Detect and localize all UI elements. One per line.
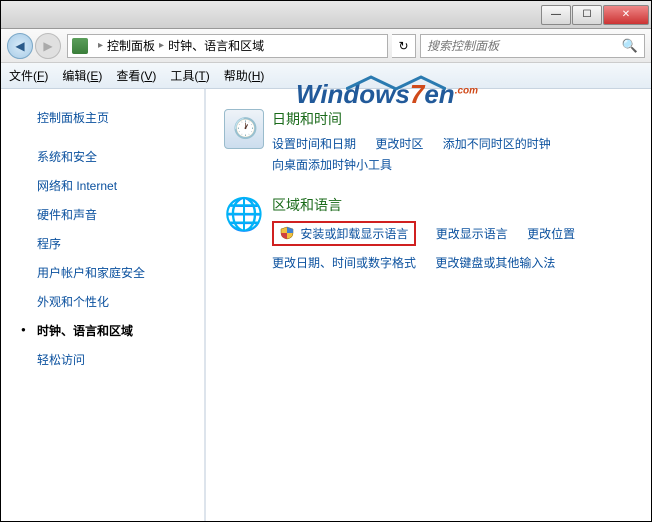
maximize-button[interactable]: ☐ xyxy=(572,5,602,25)
link-row: 更改日期、时间或数字格式 更改键盘或其他输入法 xyxy=(272,254,575,271)
back-arrow-icon: ◀ xyxy=(15,39,24,53)
search-bar[interactable]: 🔍 xyxy=(420,34,645,58)
menu-edit[interactable]: 编辑(E) xyxy=(62,67,102,84)
menu-bar: 文件(F) 编辑(E) 查看(V) 工具(T) 帮助(H) xyxy=(1,63,651,89)
sidebar-item-appearance[interactable]: 外观和个性化 xyxy=(1,287,204,316)
shield-icon xyxy=(280,226,294,240)
search-icon: 🔍 xyxy=(622,38,638,54)
sidebar-home[interactable]: 控制面板主页 xyxy=(1,103,204,132)
close-button[interactable]: ✕ xyxy=(603,5,649,25)
forward-arrow-icon: ▶ xyxy=(43,39,52,53)
menu-help[interactable]: 帮助(H) xyxy=(224,67,265,84)
section-datetime: 日期和时间 设置时间和日期 更改时区 添加不同时区的时钟 向桌面添加时钟小工具 xyxy=(224,109,631,177)
breadcrumb-item[interactable]: 控制面板 xyxy=(107,37,155,54)
section-body: 区域和语言 安装或卸载显示语言 更改显示语言 更改位置 xyxy=(272,195,575,275)
control-panel-icon xyxy=(72,38,88,54)
title-bar: — ☐ ✕ xyxy=(1,1,651,29)
section-title-datetime[interactable]: 日期和时间 xyxy=(272,109,567,129)
breadcrumb-sep: ▸ xyxy=(98,40,103,51)
control-panel-window: — ☐ ✕ ◀ ▶ ▸ 控制面板 ▸ 时钟、语言和区域 ↻ 🔍 文件(F) 编辑… xyxy=(0,0,652,522)
refresh-button[interactable]: ↻ xyxy=(392,34,416,58)
sidebar: 控制面板主页 系统和安全 网络和 Internet 硬件和声音 程序 用户帐户和… xyxy=(1,89,206,521)
link-change-format[interactable]: 更改日期、时间或数字格式 xyxy=(272,256,416,270)
link-row: 安装或卸载显示语言 更改显示语言 更改位置 xyxy=(272,221,575,250)
sidebar-item-hardware[interactable]: 硬件和声音 xyxy=(1,200,204,229)
link-add-clock-gadget[interactable]: 向桌面添加时钟小工具 xyxy=(272,158,392,172)
link-add-clocks[interactable]: 添加不同时区的时钟 xyxy=(443,137,551,151)
link-change-location[interactable]: 更改位置 xyxy=(527,227,575,241)
link-install-uninstall-language[interactable]: 安装或卸载显示语言 xyxy=(300,227,408,241)
menu-view[interactable]: 查看(V) xyxy=(116,67,156,84)
navigation-row: ◀ ▶ ▸ 控制面板 ▸ 时钟、语言和区域 ↻ 🔍 xyxy=(1,29,651,63)
globe-icon xyxy=(224,195,264,235)
search-input[interactable] xyxy=(427,39,622,53)
main-panel: Windows7en.com 日期和时间 设置时间和日期 更改时区 添加不同时区… xyxy=(206,89,651,521)
breadcrumb-sep: ▸ xyxy=(159,40,164,51)
forward-button[interactable]: ▶ xyxy=(35,33,61,59)
menu-file[interactable]: 文件(F) xyxy=(9,67,48,84)
link-change-timezone[interactable]: 更改时区 xyxy=(375,137,423,151)
sidebar-item-users[interactable]: 用户帐户和家庭安全 xyxy=(1,258,204,287)
sidebar-item-clock-language[interactable]: 时钟、语言和区域 xyxy=(1,316,204,345)
sidebar-item-network[interactable]: 网络和 Internet xyxy=(1,171,204,200)
breadcrumb-item[interactable]: 时钟、语言和区域 xyxy=(168,37,264,54)
link-row: 设置时间和日期 更改时区 添加不同时区的时钟 xyxy=(272,135,567,152)
link-row: 向桌面添加时钟小工具 xyxy=(272,156,567,173)
clock-icon xyxy=(224,109,264,149)
content-area: 控制面板主页 系统和安全 网络和 Internet 硬件和声音 程序 用户帐户和… xyxy=(1,89,651,521)
minimize-button[interactable]: — xyxy=(541,5,571,25)
address-bar[interactable]: ▸ 控制面板 ▸ 时钟、语言和区域 xyxy=(67,34,388,58)
sidebar-item-system[interactable]: 系统和安全 xyxy=(1,142,204,171)
sidebar-item-programs[interactable]: 程序 xyxy=(1,229,204,258)
link-change-display-language[interactable]: 更改显示语言 xyxy=(436,227,508,241)
refresh-icon: ↻ xyxy=(398,39,408,53)
section-region-language: 区域和语言 安装或卸载显示语言 更改显示语言 更改位置 xyxy=(224,195,631,275)
highlighted-link-box: 安装或卸载显示语言 xyxy=(272,221,416,246)
back-button[interactable]: ◀ xyxy=(7,33,33,59)
link-set-datetime[interactable]: 设置时间和日期 xyxy=(272,137,356,151)
sidebar-item-ease[interactable]: 轻松访问 xyxy=(1,345,204,374)
section-body: 日期和时间 设置时间和日期 更改时区 添加不同时区的时钟 向桌面添加时钟小工具 xyxy=(272,109,567,177)
section-title-region[interactable]: 区域和语言 xyxy=(272,195,575,215)
menu-tools[interactable]: 工具(T) xyxy=(170,67,209,84)
link-change-keyboard[interactable]: 更改键盘或其他输入法 xyxy=(435,256,555,270)
